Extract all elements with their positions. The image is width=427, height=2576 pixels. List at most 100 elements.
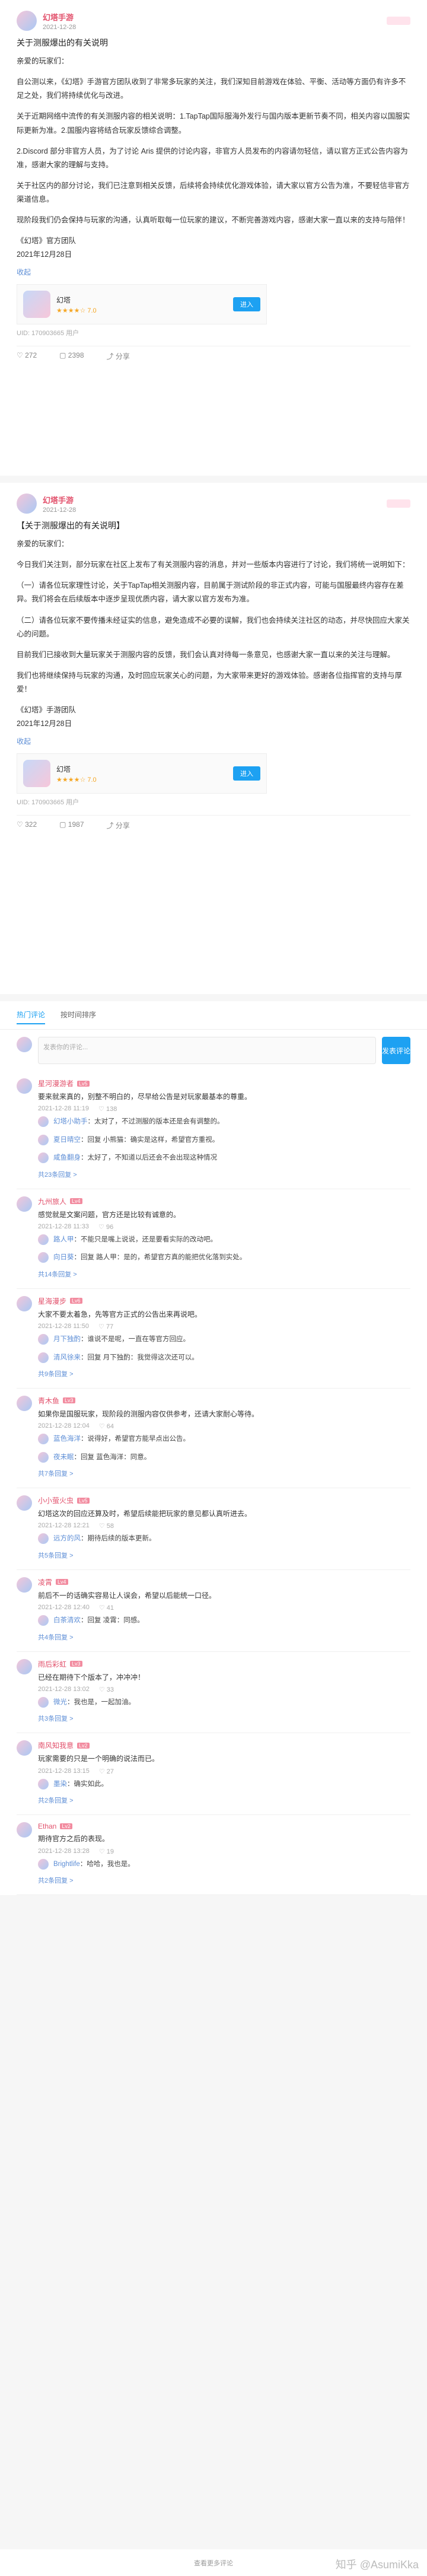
like-button[interactable]: ♡ 322	[17, 820, 37, 830]
reply-avatar[interactable]	[38, 1352, 49, 1363]
comment-tabs: 热门评论 按时间排序	[0, 1001, 427, 1030]
collapse-link[interactable]: 收起	[17, 736, 410, 746]
commenter-avatar[interactable]	[17, 1196, 32, 1212]
reply-author[interactable]: 向日葵	[53, 1254, 74, 1261]
reply-author[interactable]: 蓝色海洋	[53, 1435, 81, 1443]
like-button[interactable]: ♡ 272	[17, 351, 37, 361]
comment-like-button[interactable]: ♡ 27	[99, 1768, 114, 1775]
reply-author[interactable]: 微光	[53, 1699, 67, 1706]
game-card[interactable]: 幻塔 ★★★★☆ 7.0 进入	[17, 284, 267, 325]
tab-time[interactable]: 按时间排序	[60, 1010, 96, 1024]
commenter-name[interactable]: Ethan Lv2	[38, 1822, 410, 1830]
comment-body: 星海漫步 Lv6 大家不要太着急，先等官方正式的公告出来再说吧。 2021-12-28…	[38, 1296, 410, 1381]
commenter-avatar[interactable]	[17, 1395, 32, 1411]
more-replies-link[interactable]: 共4条回复 >	[38, 1630, 410, 1644]
more-replies-link[interactable]: 共3条回复 >	[38, 1711, 410, 1725]
reply-author[interactable]: 夜未眠	[53, 1454, 74, 1461]
enter-game-button[interactable]: 进入	[233, 766, 260, 781]
reply-text: 期待后续的版本更新。	[87, 1535, 156, 1543]
level-badge: Lv3	[63, 1397, 75, 1404]
commenter-name-text: 凌霄	[38, 1578, 53, 1587]
author-avatar[interactable]	[17, 11, 37, 31]
reply-author[interactable]: 幻塔小助手	[53, 1118, 88, 1125]
reply-avatar[interactable]	[38, 1533, 49, 1545]
reply-author[interactable]: Brightlife	[53, 1861, 80, 1868]
post-date: 2021年12月28日	[17, 250, 72, 259]
commenter-name[interactable]: 九州旅人 Lv4	[38, 1196, 410, 1206]
reply-author[interactable]: 月下独酌	[53, 1336, 81, 1343]
comment-like-button[interactable]: ♡ 58	[99, 1522, 114, 1530]
reply-item: 白茶清欢：回复 凌霄：同感。	[38, 1612, 410, 1629]
comment-input[interactable]: 发表你的评论...	[38, 1037, 376, 1064]
more-replies-link[interactable]: 共2条回复 >	[38, 1793, 410, 1807]
commenter-name[interactable]: 小小萤火虫 Lv5	[38, 1495, 410, 1505]
comment-button[interactable]: ▢ 2398	[59, 351, 84, 361]
more-replies-link[interactable]: 共14条回复 >	[38, 1267, 410, 1281]
reply-avatar[interactable]	[38, 1697, 49, 1708]
commenter-avatar[interactable]	[17, 1577, 32, 1593]
reply-avatar[interactable]	[38, 1451, 49, 1463]
commenter-name[interactable]: 凌霄 Lv4	[38, 1577, 410, 1587]
share-button[interactable]: ⤴ 分享	[107, 351, 130, 361]
more-replies-link[interactable]: 共9条回复 >	[38, 1367, 410, 1381]
reply-author[interactable]: 咸鱼翻身	[53, 1154, 81, 1161]
reply-content: 夏日晴空：回复 小熊猫：确实是这样，希望官方重视。	[53, 1136, 219, 1144]
reply-author[interactable]: 白茶清欢	[53, 1617, 81, 1624]
reply-content: 墨染：确实如此。	[53, 1780, 109, 1788]
comment-like-button[interactable]: ♡ 19	[99, 1848, 114, 1855]
more-replies-link[interactable]: 共23条回复 >	[38, 1167, 410, 1182]
comment-button[interactable]: ▢ 1987	[59, 820, 84, 830]
comment-like-button[interactable]: ♡ 33	[99, 1686, 114, 1693]
reply-avatar[interactable]	[38, 1778, 49, 1789]
more-replies-link[interactable]: 共5条回复 >	[38, 1548, 410, 1562]
post-paragraph: 现阶段我们仍会保持与玩家的沟通，认真听取每一位玩家的建议，不断完善游戏内容，感谢…	[17, 216, 410, 225]
reply-author[interactable]: 远方的风	[53, 1535, 81, 1542]
commenter-avatar[interactable]	[17, 1740, 32, 1756]
more-replies-link[interactable]: 共2条回复 >	[38, 1873, 410, 1887]
reply-author[interactable]: 墨染	[53, 1781, 67, 1788]
comment-like-button[interactable]: ♡ 96	[98, 1223, 113, 1231]
commenter-name[interactable]: 南风知我意 Lv2	[38, 1740, 410, 1750]
comment-like-button[interactable]: ♡ 64	[99, 1422, 114, 1430]
reply-author[interactable]: 清风徐来	[53, 1354, 81, 1361]
share-button[interactable]: ⤴ 分享	[107, 820, 130, 830]
reply-author[interactable]: 夏日晴空	[53, 1136, 81, 1144]
commenter-name[interactable]: 星海漫步 Lv6	[38, 1296, 410, 1306]
more-replies-link[interactable]: 共7条回复 >	[38, 1466, 410, 1480]
reply-text: 回复 路人甲：是的，希望官方真的能把优化落到实处。	[81, 1254, 247, 1262]
reply-avatar[interactable]	[38, 1152, 49, 1164]
enter-game-button[interactable]: 进入	[233, 297, 260, 312]
comment-item: 南风知我意 Lv2 玩家需要的只是一个明确的说法而已。 2021-12-28 13:1…	[17, 1733, 410, 1816]
reply-avatar[interactable]	[38, 1334, 49, 1345]
post-paragraph: 关于社区内的部分讨论，我们已注意到相关反馈，后续将会持续优化游戏体验，请大家以官…	[17, 181, 410, 203]
author-name[interactable]: 幻塔手游	[43, 11, 76, 23]
commenter-avatar[interactable]	[17, 1078, 32, 1094]
reply-avatar[interactable]	[38, 1234, 49, 1245]
tab-hot[interactable]: 热门评论	[17, 1010, 46, 1024]
reply-avatar[interactable]	[38, 1116, 49, 1128]
commenter-avatar[interactable]	[17, 1295, 32, 1311]
commenter-name[interactable]: 青木鱼 Lv3	[38, 1396, 410, 1406]
reply-author[interactable]: 路人甲	[53, 1236, 74, 1243]
author-avatar[interactable]	[17, 493, 37, 514]
commenter-name[interactable]: 雨后彩虹 Lv3	[38, 1659, 410, 1669]
reply-avatar[interactable]	[38, 1134, 49, 1145]
commenter-avatar[interactable]	[17, 1822, 32, 1838]
reply-avatar[interactable]	[38, 1252, 49, 1263]
share-label: 分享	[115, 821, 130, 830]
author-name[interactable]: 幻塔手游	[43, 494, 76, 505]
reply-text: 回复 月下独酌：我觉得这次还可以。	[87, 1354, 199, 1361]
game-card[interactable]: 幻塔 ★★★★☆ 7.0 进入	[17, 753, 267, 794]
comment-like-button[interactable]: ♡ 138	[98, 1105, 117, 1113]
reply-avatar[interactable]	[38, 1434, 49, 1445]
comment-like-button[interactable]: ♡ 77	[98, 1323, 113, 1330]
collapse-link[interactable]: 收起	[17, 267, 410, 277]
commenter-avatar[interactable]	[17, 1658, 32, 1674]
commenter-name[interactable]: 星河漫游者 Lv5	[38, 1078, 410, 1088]
comment-like-button[interactable]: ♡ 41	[99, 1604, 114, 1612]
reply-text: 确实如此。	[74, 1780, 109, 1788]
reply-avatar[interactable]	[38, 1858, 49, 1870]
commenter-avatar[interactable]	[17, 1495, 32, 1511]
reply-avatar[interactable]	[38, 1615, 49, 1626]
submit-comment-button[interactable]: 发表评论	[382, 1037, 410, 1064]
